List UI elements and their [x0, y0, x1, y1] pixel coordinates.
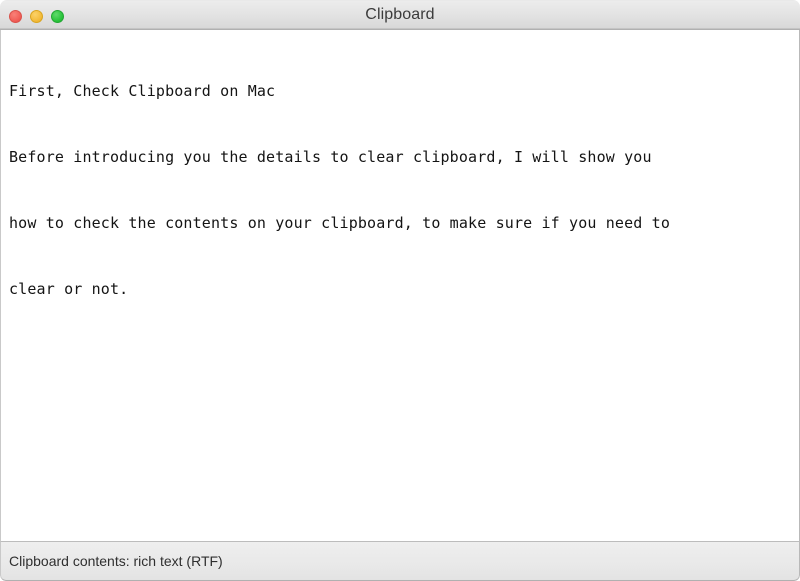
status-bar-label: Clipboard contents: rich text (RTF) — [9, 553, 223, 569]
text-line: First, Check Clipboard on Mac — [9, 82, 276, 100]
text-line: how to check the contents on your clipbo… — [9, 214, 671, 232]
window-controls — [9, 1, 64, 31]
status-bar: Clipboard contents: rich text (RTF) — [0, 541, 800, 581]
clipboard-text-content[interactable]: First, Check Clipboard on Mac Before int… — [1, 30, 799, 344]
clipboard-text-area[interactable]: First, Check Clipboard on Mac Before int… — [0, 30, 800, 541]
window-title: Clipboard — [365, 6, 435, 23]
text-line: Before introducing you the details to cl… — [9, 148, 652, 166]
zoom-button[interactable] — [51, 9, 64, 23]
close-button[interactable] — [9, 9, 22, 23]
minimize-button[interactable] — [30, 9, 43, 23]
window-titlebar[interactable]: Clipboard — [0, 0, 800, 30]
clipboard-window: Clipboard First, Check Clipboard on Mac … — [0, 0, 800, 581]
text-line: clear or not. — [9, 280, 129, 298]
